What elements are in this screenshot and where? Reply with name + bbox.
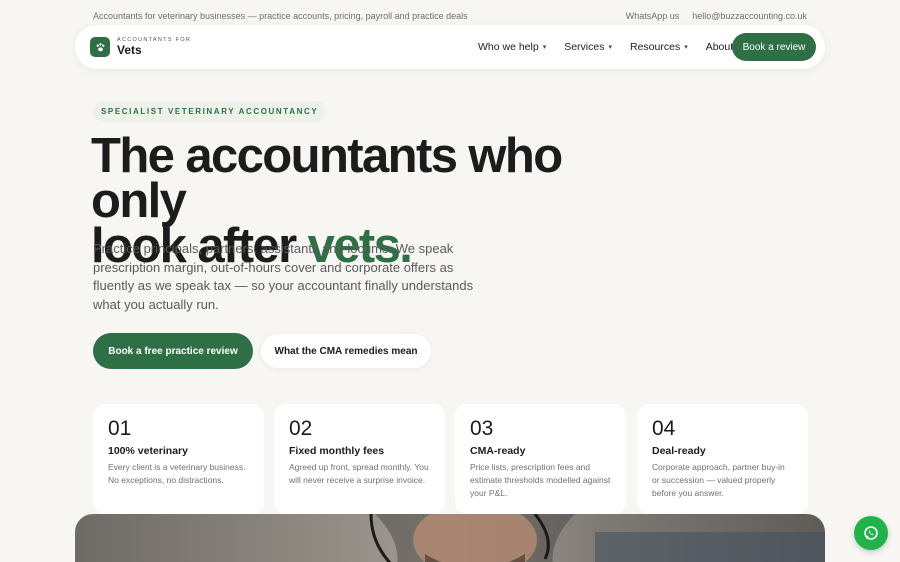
whatsapp-chat-button[interactable]: [854, 516, 888, 550]
nav-item-label: Services: [564, 41, 605, 53]
hero-eyebrow: SPECIALIST VETERINARY ACCOUNTANCY: [93, 101, 327, 122]
chevron-down-icon: ▾: [684, 44, 688, 51]
nav-item-label: About: [705, 41, 734, 53]
feature-title: CMA-ready: [470, 445, 526, 457]
feature-title: Deal-ready: [652, 445, 706, 457]
top-tagline: Accountants for veterinary businesses — …: [93, 11, 468, 21]
feature-number: 03: [470, 417, 494, 440]
top-links: WhatsApp us hello@buzzaccounting.co.uk: [626, 11, 807, 21]
chevron-down-icon: ▾: [542, 44, 547, 51]
feature-number: 02: [289, 417, 313, 440]
email-link[interactable]: hello@buzzaccounting.co.uk: [692, 11, 807, 21]
nav-menu: Who we help ▾ Services ▾ Resources ▾ Abo…: [478, 25, 751, 69]
nav-item-services[interactable]: Services ▾: [564, 41, 612, 53]
whatsapp-link[interactable]: WhatsApp us: [626, 11, 680, 21]
headline-line-1: The accountants who only: [91, 129, 563, 228]
hero-lede: Practice principals, partners, assistant…: [93, 241, 474, 312]
feature-number: 01: [108, 417, 132, 440]
feature-title: 100% veterinary: [108, 445, 188, 457]
logo[interactable]: ACCOUNTANTS FOR Vets: [90, 37, 191, 57]
logo-name: Vets: [117, 43, 142, 58]
feature-cards: 01 100% veterinary Every client is a vet…: [93, 404, 808, 514]
main-nav: ACCOUNTANTS FOR Vets Who we help ▾ Servi…: [75, 25, 825, 69]
book-review-button[interactable]: Book a review: [732, 33, 816, 61]
feature-number: 04: [652, 417, 676, 440]
nav-item-label: Who we help: [478, 41, 539, 53]
feature-description: Every client is a veterinary business. N…: [108, 462, 246, 485]
feature-card: 03 CMA-ready Price lists, prescription f…: [455, 404, 626, 514]
nav-item-about[interactable]: About: [706, 41, 733, 53]
cma-remedies-button[interactable]: What the CMA remedies mean: [261, 334, 431, 368]
whatsapp-icon: [864, 526, 878, 540]
feature-title: Fixed monthly fees: [289, 445, 385, 457]
feature-card: 02 Fixed monthly fees Agreed up front, s…: [274, 404, 445, 514]
vet-photo: [75, 514, 825, 562]
feature-description: Price lists, prescription fees and estim…: [470, 462, 611, 498]
feature-description: Agreed up front, spread monthly. You wil…: [289, 462, 429, 485]
feature-card: 04 Deal-ready Corporate approach, partne…: [637, 404, 808, 514]
feature-card: 01 100% veterinary Every client is a vet…: [93, 404, 264, 514]
book-practice-review-button[interactable]: Book a free practice review: [93, 333, 253, 369]
nav-item-who-we-help[interactable]: Who we help ▾: [478, 41, 546, 53]
chevron-down-icon: ▾: [608, 44, 612, 51]
nav-item-resources[interactable]: Resources ▾: [630, 41, 688, 53]
paw-icon: [90, 37, 110, 57]
nav-item-label: Resources: [630, 41, 681, 53]
feature-description: Corporate approach, partner buy-in or su…: [652, 462, 785, 498]
